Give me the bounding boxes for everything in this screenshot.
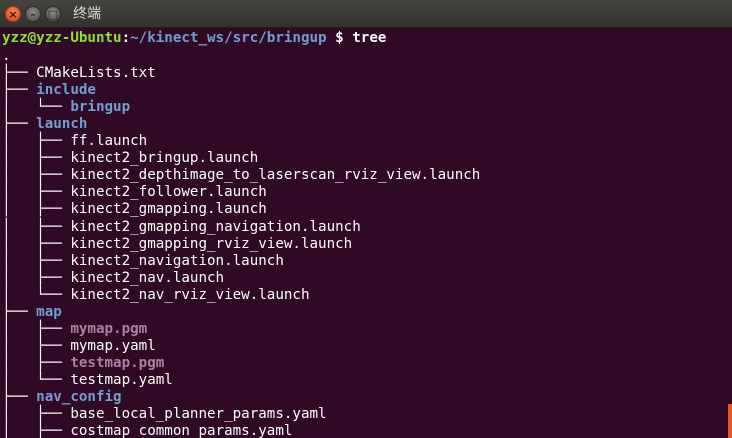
tree-directory: include xyxy=(36,82,96,99)
maximize-icon: □ xyxy=(47,7,59,21)
tree-branch: │ ├── xyxy=(2,235,71,252)
tree-branch: │ ├── xyxy=(2,337,71,354)
terminal-output[interactable]: yzz@yzz-Ubuntu:~/kinect_ws/src/bringup $… xyxy=(0,30,732,438)
tree-line: ├── map xyxy=(2,304,62,321)
tree-line: │ ├── kinect2_gmapping_navigation.launch xyxy=(2,219,361,236)
tree-line: ├── CMakeLists.txt xyxy=(2,65,156,82)
tree-file: base_local_planner_params.yaml xyxy=(70,406,327,423)
prompt-path: ~/kinect_ws/src/bringup xyxy=(130,30,327,46)
tree-branch: ├── xyxy=(2,389,37,405)
tree-branch: ├── xyxy=(2,116,37,133)
tree-line: │ ├── kinect2_gmapping_rviz_view.launch xyxy=(2,236,352,253)
tree-line: │ ├── kinect2_bringup.launch xyxy=(2,150,258,167)
tree-line: │ ├── kinect2_navigation.launch xyxy=(2,253,284,270)
tree-line: │ ├── ff.launch xyxy=(2,133,147,150)
title-bar[interactable]: × – □ 终端 xyxy=(0,0,732,28)
tree-line: │ ├── kinect2_nav.launch xyxy=(2,270,224,287)
tree-branch: │ ├── xyxy=(2,167,71,184)
command-text: tree xyxy=(352,30,387,46)
minimize-button[interactable]: – xyxy=(25,6,41,22)
tree-branch: │ └── xyxy=(2,371,71,388)
terminal-window: × – □ 终端 yzz@yzz-Ubuntu:~/kinect_ws/src/… xyxy=(0,0,732,438)
tree-line: │ ├── mymap.pgm xyxy=(2,321,147,338)
tree-file: kinect2_follower.launch xyxy=(70,184,267,201)
tree-line: ├── nav_config xyxy=(2,389,122,406)
tree-branch: │ ├── xyxy=(2,133,71,150)
tree-line: │ ├── kinect2_gmapping.launch xyxy=(2,201,267,218)
tree-branch: │ ├── xyxy=(2,184,71,201)
tree-line: │ ├── base_local_planner_params.yaml xyxy=(2,406,327,423)
tree-directory: launch xyxy=(36,116,88,133)
tree-branch: │ ├── xyxy=(2,218,71,235)
close-icon: × xyxy=(8,7,18,21)
tree-branch: │ ├── xyxy=(2,320,71,337)
close-button[interactable]: × xyxy=(5,6,21,22)
tree-line: │ └── bringup xyxy=(2,99,130,116)
tree-branch: │ ├── xyxy=(2,354,71,371)
tree-file: testmap.yaml xyxy=(70,371,173,388)
tree-file: kinect2_navigation.launch xyxy=(70,252,284,269)
tree-directory: map xyxy=(36,303,62,320)
tree-file: kinect2_gmapping.launch xyxy=(70,201,267,218)
tree-branch: │ ├── xyxy=(2,201,71,218)
tree-branch: │ ├── xyxy=(2,252,71,269)
tree-file: kinect2_nav_rviz_view.launch xyxy=(70,286,310,303)
tree-file: kinect2_bringup.launch xyxy=(70,150,259,167)
tree-directory: bringup xyxy=(70,99,131,116)
tree-line: │ ├── kinect2_depthimage_to_laserscan_rv… xyxy=(2,167,480,184)
tree-file: testmap.pgm xyxy=(70,354,165,371)
minimize-icon: – xyxy=(30,7,36,21)
tree-file: ff.launch xyxy=(70,133,148,150)
tree-file: costmap_common_params.yaml xyxy=(70,423,293,438)
tree-branch: │ └── xyxy=(2,286,71,303)
tree-file: . xyxy=(2,48,11,64)
tree-file: kinect2_gmapping_navigation.launch xyxy=(70,218,361,235)
tree-file: mymap.yaml xyxy=(70,337,156,354)
tree-line: ├── include xyxy=(2,82,96,99)
tree-branch: │ ├── xyxy=(2,269,71,286)
prompt-dollar: $ xyxy=(326,30,353,46)
tree-file: mymap.pgm xyxy=(70,320,148,337)
prompt-separator: : xyxy=(121,30,131,46)
tree-directory: nav_config xyxy=(36,389,122,405)
tree-line: │ ├── testmap.pgm xyxy=(2,355,164,372)
tree-branch: │ ├── xyxy=(2,423,71,438)
tree-branch: │ └── xyxy=(2,99,71,116)
tree-branch: ├── xyxy=(2,65,37,82)
scrollbar-thumb[interactable] xyxy=(728,404,732,438)
window-title: 终端 xyxy=(73,6,101,22)
tree-line: │ ├── kinect2_follower.launch xyxy=(2,184,267,201)
tree-file: kinect2_nav.launch xyxy=(70,269,225,286)
maximize-button[interactable]: □ xyxy=(45,6,61,22)
tree-line: . xyxy=(2,48,11,65)
tree-branch: │ ├── xyxy=(2,150,71,167)
tree-line: │ ├── costmap_common_params.yaml xyxy=(2,423,292,438)
tree-branch: ├── xyxy=(2,303,37,320)
tree-file: kinect2_gmapping_rviz_view.launch xyxy=(70,235,353,252)
tree-line: ├── launch xyxy=(2,116,87,133)
tree-line: │ └── kinect2_nav_rviz_view.launch xyxy=(2,287,310,304)
tree-line: │ └── testmap.yaml xyxy=(2,372,173,389)
tree-file: CMakeLists.txt xyxy=(36,65,156,82)
prompt-line: yzz@yzz-Ubuntu:~/kinect_ws/src/bringup $… xyxy=(2,30,386,47)
prompt-user-host: yzz@yzz-Ubuntu xyxy=(2,30,122,46)
tree-file: kinect2_depthimage_to_laserscan_rviz_vie… xyxy=(70,167,481,184)
tree-branch: ├── xyxy=(2,82,37,99)
tree-line: │ ├── mymap.yaml xyxy=(2,338,156,355)
tree-branch: │ ├── xyxy=(2,406,71,423)
